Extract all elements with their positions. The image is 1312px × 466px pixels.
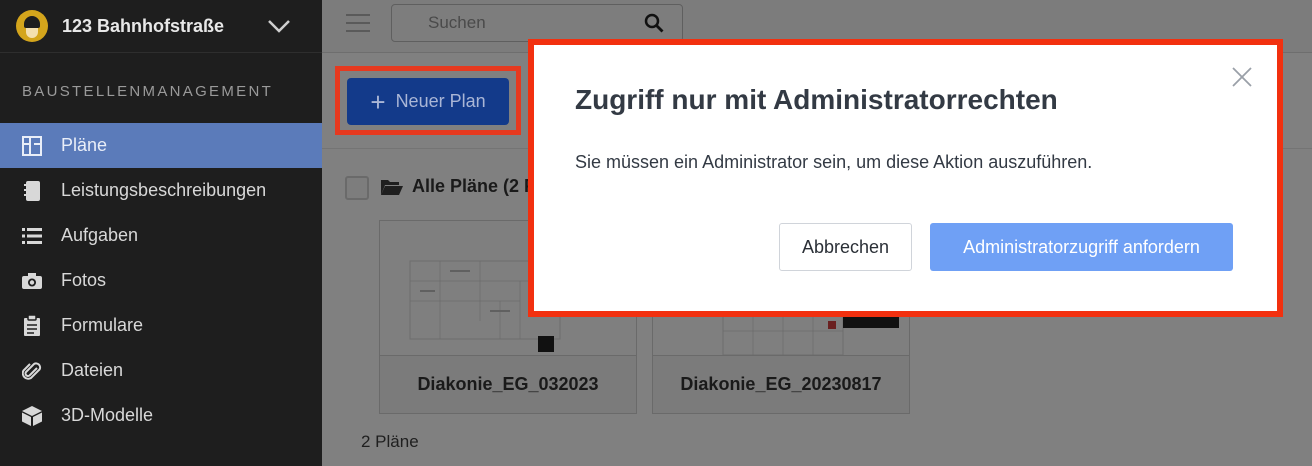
- sidebar-item-label: Aufgaben: [61, 225, 139, 245]
- notebook-icon: [21, 180, 43, 202]
- menu-icon[interactable]: [346, 14, 370, 34]
- cancel-button[interactable]: Abbrechen: [779, 223, 912, 271]
- plan-name: Diakonie_EG_032023: [380, 355, 636, 413]
- chevron-down-icon[interactable]: [266, 14, 292, 36]
- modal-title: Zugriff nur mit Administratorrechten: [575, 84, 1058, 115]
- sidebar-item-aufgaben[interactable]: Aufgaben: [0, 213, 322, 258]
- sidebar-item-dateien[interactable]: Dateien: [0, 348, 322, 393]
- folder-label[interactable]: Alle Pläne (2 P: [412, 176, 536, 197]
- plus-icon: +: [370, 86, 386, 117]
- sidebar-item-label: Leistungsbeschreibungen: [61, 180, 267, 200]
- sidebar-item-plaene[interactable]: Pläne: [0, 123, 322, 168]
- paperclip-icon: [21, 360, 43, 382]
- sidebar: 123 Bahnhofstraße BAUSTELLENMANAGEMENT P…: [0, 0, 322, 466]
- plans-count: 2 Pläne: [361, 432, 419, 451]
- clipboard-icon: [21, 314, 43, 337]
- project-switcher[interactable]: 123 Bahnhofstraße: [0, 0, 322, 53]
- folder-open-icon: [381, 180, 403, 195]
- sidebar-item-label: Formulare: [61, 315, 144, 335]
- search-box: [391, 4, 683, 42]
- sidebar-item-label: Fotos: [61, 270, 107, 290]
- floorplan-icon: [21, 135, 43, 157]
- admin-required-modal: [528, 39, 1283, 317]
- new-plan-button[interactable]: + Neuer Plan: [347, 78, 509, 125]
- cube-icon: [21, 405, 43, 427]
- new-plan-label: Neuer Plan: [395, 91, 486, 111]
- request-admin-access-button[interactable]: Administratorzugriff anfordern: [930, 223, 1233, 271]
- list-icon: [21, 225, 43, 247]
- select-all-checkbox[interactable]: [345, 176, 369, 200]
- close-icon[interactable]: [1230, 65, 1254, 89]
- sidebar-item-3d-modelle[interactable]: 3D-Modelle: [0, 393, 322, 438]
- sidebar-item-formulare[interactable]: Formulare: [0, 303, 322, 348]
- plan-name: Diakonie_EG_20230817: [653, 355, 909, 413]
- camera-icon: [21, 270, 43, 292]
- sidebar-item-label: 3D-Modelle: [61, 405, 154, 425]
- search-icon[interactable]: [644, 13, 664, 33]
- project-name: 123 Bahnhofstraße: [62, 15, 225, 36]
- sidebar-item-leistungsbeschreibungen[interactable]: Leistungsbeschreibungen: [0, 168, 322, 213]
- search-input[interactable]: [392, 5, 632, 41]
- project-logo-icon: [16, 10, 48, 42]
- sidebar-item-label: Dateien: [61, 360, 124, 380]
- sidebar-item-fotos[interactable]: Fotos: [0, 258, 322, 303]
- sidebar-item-label: Pläne: [61, 135, 108, 155]
- modal-message: Sie müssen ein Administrator sein, um di…: [575, 152, 1093, 172]
